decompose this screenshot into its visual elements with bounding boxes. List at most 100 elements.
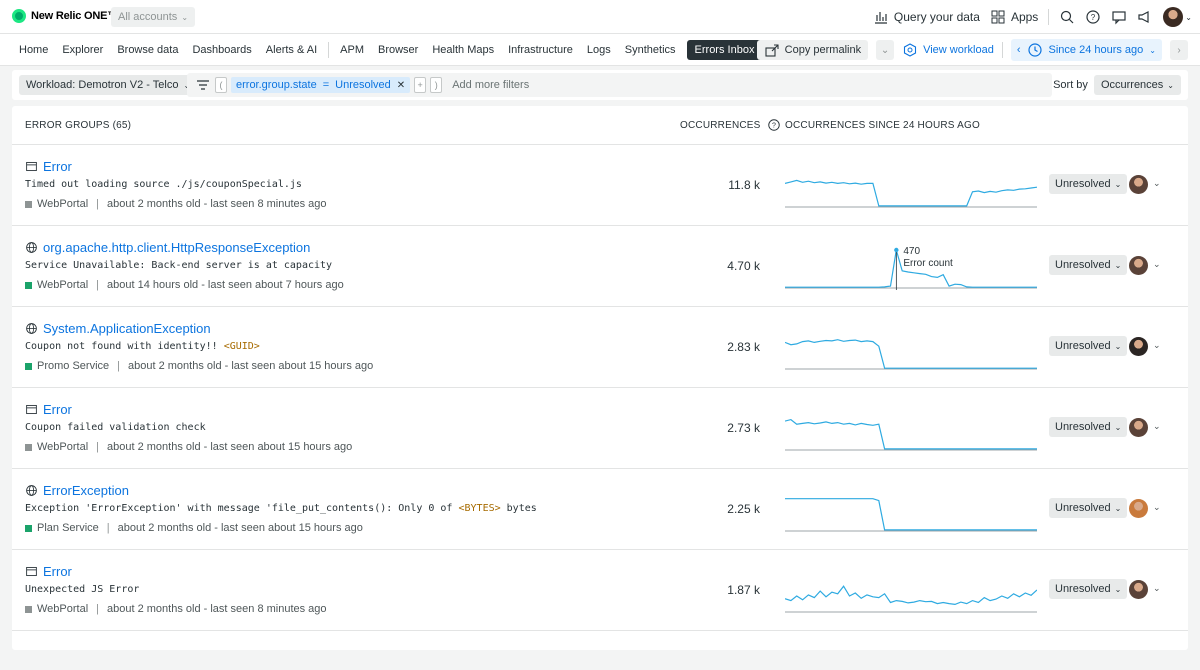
- nav-synthetics[interactable]: Synthetics: [618, 44, 683, 56]
- chevron-down-icon[interactable]: ⌄: [1185, 13, 1192, 22]
- add-condition-button[interactable]: +: [414, 77, 427, 93]
- chevron-down-icon[interactable]: ⌄: [1153, 259, 1161, 270]
- filter-input[interactable]: ( error.group.state = Unresolved ✕ + ) A…: [187, 73, 1052, 97]
- table-row[interactable]: Error Unexpected JS Error WebPortal | about …: [12, 550, 1188, 631]
- occurrences-sparkline[interactable]: [785, 402, 1037, 452]
- error-group-title[interactable]: Error: [25, 564, 72, 579]
- table-row[interactable]: org.apache.http.client.HttpResponseExcep…: [12, 226, 1188, 307]
- meta-separator: |: [96, 603, 100, 615]
- nav-logs[interactable]: Logs: [580, 44, 618, 56]
- status-label: Unresolved: [1055, 340, 1111, 352]
- user-avatar[interactable]: [1163, 7, 1184, 27]
- filter-chip-state[interactable]: error.group.state = Unresolved ✕: [231, 77, 411, 93]
- top-right-actions: Query your data Apps ? ⌄: [873, 6, 1192, 28]
- workload-selector[interactable]: Workload: Demotron V2 - Telco ⌄: [19, 75, 198, 95]
- error-message-text: Timed out loading source ./js/couponSpec…: [25, 179, 302, 190]
- assignee-avatar[interactable]: [1129, 499, 1148, 518]
- assignee-avatar[interactable]: [1129, 580, 1148, 599]
- chevron-down-icon[interactable]: ⌄: [1153, 421, 1161, 432]
- service-name[interactable]: WebPortal: [37, 603, 88, 615]
- query-your-data-button[interactable]: Query your data: [873, 9, 980, 25]
- chevron-down-icon[interactable]: ⌄: [1153, 178, 1161, 189]
- assignee-avatar[interactable]: [1129, 418, 1148, 437]
- apps-button[interactable]: Apps: [990, 9, 1038, 25]
- table-row[interactable]: Error Timed out loading source ./js/coupo…: [12, 145, 1188, 226]
- share-icon: [765, 44, 779, 57]
- search-icon[interactable]: [1059, 9, 1075, 25]
- view-workload-button[interactable]: View workload: [902, 42, 994, 58]
- service-name[interactable]: WebPortal: [37, 279, 88, 291]
- new-relic-logo[interactable]: New Relic ONE™: [12, 9, 118, 23]
- help-icon[interactable]: ?: [767, 118, 781, 132]
- error-group-title[interactable]: ErrorException: [25, 483, 129, 498]
- table-row[interactable]: ErrorException Exception 'ErrorException'…: [12, 469, 1188, 550]
- service-name[interactable]: Promo Service: [37, 360, 109, 372]
- megaphone-icon[interactable]: [1137, 9, 1153, 25]
- chevron-left-icon[interactable]: ‹: [1017, 44, 1021, 56]
- error-group-title-text: Error: [43, 402, 72, 417]
- svg-text:?: ?: [1091, 13, 1096, 22]
- status-select[interactable]: Unresolved ⌄: [1049, 336, 1128, 356]
- chevron-down-icon: ⌄: [1114, 260, 1122, 270]
- tooltip-label: Error count: [903, 258, 953, 269]
- nav-dashboards[interactable]: Dashboards: [185, 44, 258, 56]
- table-row[interactable]: Error Coupon failed validation check WebPo…: [12, 388, 1188, 469]
- error-group-title-text: Error: [43, 159, 72, 174]
- occurrences-sparkline[interactable]: [785, 564, 1037, 614]
- assignee-avatar[interactable]: [1129, 175, 1148, 194]
- error-group-title[interactable]: System.ApplicationException: [25, 321, 211, 336]
- nav-apm[interactable]: APM: [333, 44, 371, 56]
- nav-alerts-ai[interactable]: Alerts & AI: [259, 44, 324, 56]
- occurrences-sparkline[interactable]: 470Error count: [785, 240, 1037, 290]
- help-icon[interactable]: ?: [1085, 9, 1101, 25]
- service-status-indicator: [25, 362, 32, 370]
- chevron-down-icon[interactable]: ⌄: [1153, 583, 1161, 594]
- copy-permalink-button[interactable]: Copy permalink: [756, 40, 869, 60]
- window-icon: [26, 161, 37, 172]
- sort-by-label: Sort by: [1053, 79, 1088, 91]
- status-select[interactable]: Unresolved ⌄: [1049, 579, 1128, 599]
- table-row[interactable]: System.ApplicationException Coupon not fo…: [12, 307, 1188, 388]
- feedback-icon[interactable]: [1111, 9, 1127, 25]
- nav-browser[interactable]: Browser: [371, 44, 425, 56]
- nav-home[interactable]: Home: [12, 44, 55, 56]
- occurrences-sparkline[interactable]: [785, 321, 1037, 371]
- service-name[interactable]: WebPortal: [37, 198, 88, 210]
- nav-explorer[interactable]: Explorer: [55, 44, 110, 56]
- error-meta: WebPortal | about 2 months old - last seen…: [25, 603, 327, 615]
- service-name[interactable]: WebPortal: [37, 441, 88, 453]
- permalink-options-button[interactable]: ⌄: [876, 40, 895, 60]
- close-paren-button[interactable]: ): [430, 77, 443, 93]
- error-group-title[interactable]: Error: [25, 402, 72, 417]
- error-message-text: Exception 'ErrorException' with message …: [25, 503, 459, 514]
- status-select[interactable]: Unresolved ⌄: [1049, 255, 1128, 275]
- time-forward-button[interactable]: ›: [1170, 40, 1188, 60]
- apps-grid-icon: [991, 10, 1005, 24]
- open-paren-button[interactable]: (: [215, 77, 227, 93]
- status-select[interactable]: Unresolved ⌄: [1049, 174, 1128, 194]
- nav-health-maps[interactable]: Health Maps: [425, 44, 501, 56]
- assignee-avatar[interactable]: [1129, 337, 1148, 356]
- chevron-down-icon[interactable]: ⌄: [1153, 340, 1161, 351]
- close-icon[interactable]: ✕: [397, 80, 405, 91]
- chevron-down-icon[interactable]: ⌄: [1153, 502, 1161, 513]
- column-occurrences[interactable]: OCCURRENCES ?: [680, 118, 781, 132]
- status-select[interactable]: Unresolved ⌄: [1049, 498, 1128, 518]
- account-picker[interactable]: All accounts ⌄: [111, 7, 196, 27]
- error-group-title-text: ErrorException: [43, 483, 129, 498]
- error-group-title[interactable]: org.apache.http.client.HttpResponseExcep…: [25, 240, 310, 255]
- status-select[interactable]: Unresolved ⌄: [1049, 417, 1128, 437]
- error-group-title[interactable]: Error: [25, 159, 72, 174]
- nav-infrastructure[interactable]: Infrastructure: [501, 44, 580, 56]
- service-name[interactable]: Plan Service: [37, 522, 99, 534]
- occurrences-sparkline[interactable]: [785, 159, 1037, 209]
- view-workload-label: View workload: [923, 44, 994, 56]
- error-age: about 2 months old - last seen about 15 …: [117, 522, 363, 534]
- sort-select[interactable]: Occurrences ⌄: [1093, 75, 1181, 95]
- add-more-filters-input[interactable]: Add more filters: [452, 79, 529, 91]
- occurrences-sparkline[interactable]: [785, 483, 1037, 533]
- apps-label: Apps: [1010, 10, 1039, 24]
- nav-browse-data[interactable]: Browse data: [110, 44, 185, 56]
- time-picker[interactable]: ‹ Since 24 hours ago ⌄: [1010, 39, 1162, 61]
- assignee-avatar[interactable]: [1129, 256, 1148, 275]
